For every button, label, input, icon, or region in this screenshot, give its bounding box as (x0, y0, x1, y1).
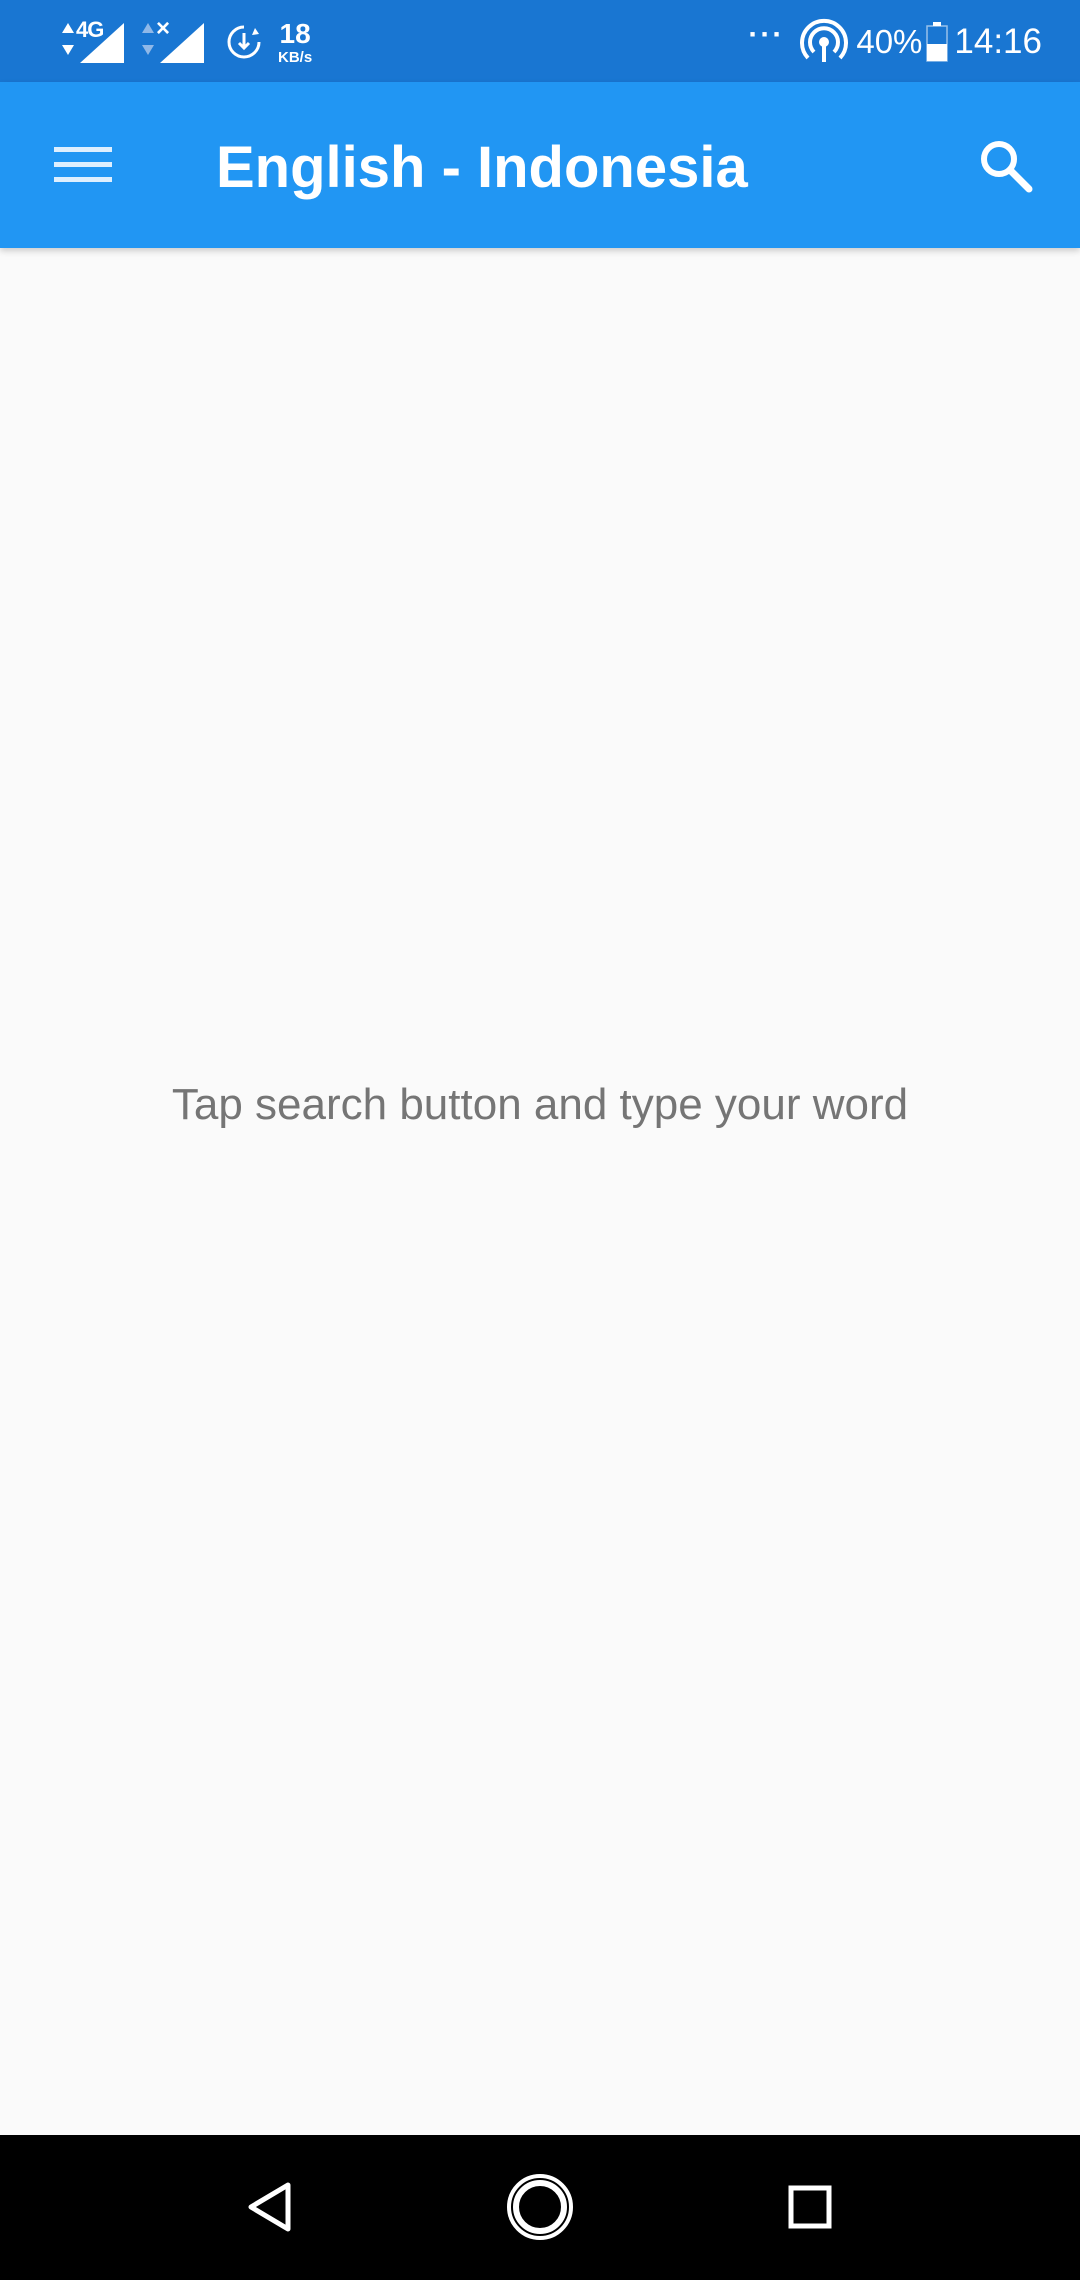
search-icon (981, 141, 1033, 193)
screen: 4G × 18 KB/s ··· 40% 14:16 English - Ind… (0, 0, 1080, 2280)
main-content: Tap search button and type your word (0, 248, 1080, 2135)
speed-value: 18 (279, 17, 311, 49)
search-button[interactable] (960, 120, 1050, 210)
data-saver-icon (224, 22, 264, 62)
network-type-label: 4G (76, 17, 104, 42)
clock: 14:16 (954, 22, 1042, 61)
home-circle-icon (507, 2174, 573, 2240)
status-right: ··· 40% 14:16 (748, 14, 1042, 70)
sim2-x-label: × (156, 15, 171, 42)
home-button[interactable] (490, 2157, 590, 2257)
status-bar: 4G × 18 KB/s ··· 40% 14:16 (0, 0, 1080, 82)
more-notifications-indicator: ··· (748, 18, 785, 51)
menu-button[interactable] (40, 122, 126, 208)
empty-state-hint: Tap search button and type your word (171, 1080, 909, 1129)
battery-icon (926, 22, 949, 62)
speed-unit: KB/s (278, 48, 313, 66)
back-triangle-icon (248, 2182, 291, 2232)
recent-square-icon (788, 2185, 832, 2229)
app-bar: English - Indonesia (0, 82, 1080, 248)
navigation-bar (0, 2135, 1080, 2280)
app-title: English - Indonesia (216, 135, 748, 200)
hamburger-menu-icon (54, 147, 112, 182)
back-button[interactable] (220, 2157, 320, 2257)
signal-sim2-icon: × (138, 15, 208, 65)
recent-apps-button[interactable] (760, 2157, 860, 2257)
status-left: 4G × 18 KB/s (58, 15, 313, 66)
battery-percent: 40% (856, 23, 923, 60)
network-speed: 18 KB/s (278, 17, 313, 66)
hotspot-icon (800, 18, 849, 66)
signal-4g-icon: 4G (58, 17, 128, 65)
